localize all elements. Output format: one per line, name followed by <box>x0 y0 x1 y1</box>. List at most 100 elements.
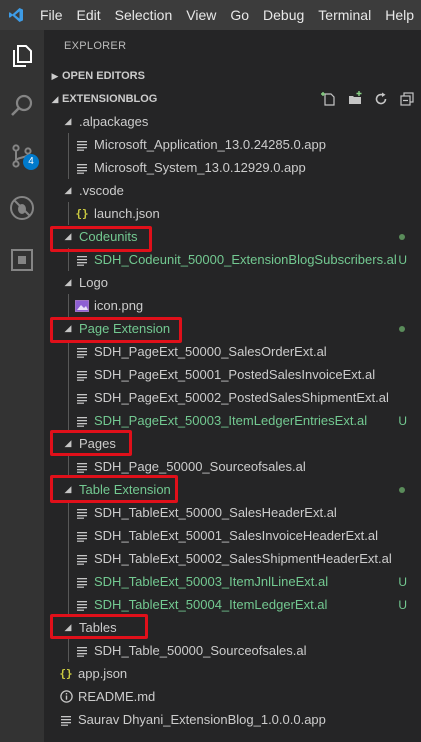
tree-item-label: icon.png <box>94 298 144 313</box>
tree-file[interactable]: Microsoft_Application_13.0.24285.0.app <box>44 133 421 156</box>
explorer-title: EXPLORER <box>64 40 127 52</box>
tree-item-label: README.md <box>78 689 156 704</box>
open-editors-section[interactable]: ▶ OPEN EDITORS <box>44 65 421 87</box>
tree-folder[interactable]: ◢ Page Extension <box>44 317 421 340</box>
chevron-down-icon: ◢ <box>64 231 72 241</box>
new-file-icon[interactable] <box>321 91 337 107</box>
tree-item-label: SDH_PageExt_50002_PostedSalesShipmentExt… <box>94 390 389 405</box>
refresh-icon[interactable] <box>373 91 389 107</box>
tree-folder[interactable]: ◢ .alpackages <box>44 110 421 133</box>
chevron-down-icon: ◢ <box>64 116 72 126</box>
tree-item-label: .alpackages <box>79 114 149 129</box>
indent-guide <box>68 639 69 662</box>
file-lines-icon <box>74 252 90 268</box>
tree-item-label: SDH_TableExt_50004_ItemLedgerExt.al <box>94 597 328 612</box>
section-actions <box>321 88 415 110</box>
explorer-files-icon[interactable] <box>0 34 44 78</box>
file-lines-icon <box>74 574 90 590</box>
file-lines-icon <box>74 459 90 475</box>
file-lines-icon <box>74 413 90 429</box>
tree-folder[interactable]: ◢ Tables <box>44 616 421 639</box>
tree-file[interactable]: SDH_Codeunit_50000_ExtensionBlogSubscrib… <box>44 248 421 271</box>
tree-file[interactable]: SDH_Page_50000_Sourceofsales.al <box>44 455 421 478</box>
file-lines-icon <box>74 528 90 544</box>
image-file-icon <box>74 298 90 314</box>
chevron-down-icon: ◢ <box>64 438 72 448</box>
menu-file[interactable]: File <box>33 0 70 30</box>
tree-item-label: SDH_TableExt_50003_ItemJnlLineExt.al <box>94 574 329 589</box>
new-folder-icon[interactable] <box>347 91 363 107</box>
modified-dot-icon <box>399 233 405 240</box>
scm-badge: 4 <box>23 154 39 170</box>
tree-item-label: Tables <box>79 620 117 635</box>
menu-debug[interactable]: Debug <box>256 0 311 30</box>
tree-file[interactable]: SDH_TableExt_50000_SalesHeaderExt.al <box>44 501 421 524</box>
debug-icon[interactable] <box>0 186 44 230</box>
menu-edit[interactable]: Edit <box>70 0 108 30</box>
modified-dot-icon <box>399 325 405 332</box>
tree-item-label: Logo <box>79 275 108 290</box>
tree-item-label: SDH_Page_50000_Sourceofsales.al <box>94 459 306 474</box>
source-control-icon[interactable]: 4 <box>0 134 44 178</box>
collapse-all-icon[interactable] <box>399 91 415 107</box>
json-file-icon: {} <box>59 667 73 680</box>
menu-terminal[interactable]: Terminal <box>311 0 378 30</box>
file-lines-icon <box>74 643 90 659</box>
workspace-section[interactable]: ◢ EXTENSIONBLOG <box>44 88 421 110</box>
indent-guide <box>68 133 69 179</box>
tree-file[interactable]: SDH_TableExt_50004_ItemLedgerExt.al U <box>44 593 421 616</box>
tree-folder[interactable]: ◢ Pages <box>44 432 421 455</box>
menu-go[interactable]: Go <box>223 0 256 30</box>
file-lines-icon <box>74 137 90 153</box>
tree-file[interactable]: SDH_TableExt_50003_ItemJnlLineExt.al U <box>44 570 421 593</box>
chevron-down-icon: ◢ <box>64 277 72 287</box>
tree-folder[interactable]: ◢ Table Extension <box>44 478 421 501</box>
tree-file[interactable]: SDH_Table_50000_Sourceofsales.al <box>44 639 421 662</box>
tree-item-label: SDH_PageExt_50001_PostedSalesInvoiceExt.… <box>94 367 376 382</box>
tree-item-label: Codeunits <box>79 229 138 244</box>
menu-view[interactable]: View <box>179 0 223 30</box>
tree-item-label: SDH_PageExt_50000_SalesOrderExt.al <box>94 344 327 359</box>
extensions-icon[interactable] <box>0 238 44 282</box>
tree-file[interactable]: {} app.json <box>44 662 421 685</box>
explorer-sidebar: EXPLORER ▶ OPEN EDITORS ◢ EXTENSIONBLOG … <box>44 30 421 742</box>
tree-file[interactable]: README.md <box>44 685 421 708</box>
git-status-untracked: U <box>398 574 407 589</box>
workspace-label: EXTENSIONBLOG <box>62 93 158 105</box>
file-lines-icon <box>74 390 90 406</box>
tree-item-label: launch.json <box>94 206 160 221</box>
indent-guide <box>68 294 69 317</box>
file-lines-icon <box>74 367 90 383</box>
tree-file[interactable]: SDH_TableExt_50002_SalesShipmentHeaderEx… <box>44 547 421 570</box>
tree-item-label: Microsoft_System_13.0.12929.0.app <box>94 160 306 175</box>
tree-file[interactable]: Saurav Dhyani_ExtensionBlog_1.0.0.0.app <box>44 708 421 731</box>
menu-help[interactable]: Help <box>378 0 421 30</box>
search-icon[interactable] <box>0 84 44 128</box>
tree-folder[interactable]: ◢ Logo <box>44 271 421 294</box>
tree-file[interactable]: Microsoft_System_13.0.12929.0.app <box>44 156 421 179</box>
tree-item-label: Pages <box>79 436 116 451</box>
info-file-icon <box>58 689 74 705</box>
tree-item-label: Table Extension <box>79 482 171 497</box>
tree-item-label: Saurav Dhyani_ExtensionBlog_1.0.0.0.app <box>78 712 326 727</box>
tree-item-label: SDH_TableExt_50000_SalesHeaderExt.al <box>94 505 337 520</box>
tree-file[interactable]: {} launch.json <box>44 202 421 225</box>
tree-file[interactable]: SDH_TableExt_50001_SalesInvoiceHeaderExt… <box>44 524 421 547</box>
tree-item-label: SDH_Codeunit_50000_ExtensionBlogSubscrib… <box>94 252 397 267</box>
tree-item-label: SDH_Table_50000_Sourceofsales.al <box>94 643 307 658</box>
vscode-logo-icon <box>0 0 33 30</box>
tree-item-label: Page Extension <box>79 321 171 336</box>
tree-folder[interactable]: ◢ .vscode <box>44 179 421 202</box>
tree-item-label: Microsoft_Application_13.0.24285.0.app <box>94 137 326 152</box>
tree-file[interactable]: icon.png <box>44 294 421 317</box>
tree-file[interactable]: SDH_PageExt_50001_PostedSalesInvoiceExt.… <box>44 363 421 386</box>
tree-file[interactable]: SDH_PageExt_50002_PostedSalesShipmentExt… <box>44 386 421 409</box>
tree-item-label: SDH_PageExt_50003_ItemLedgerEntriesExt.a… <box>94 413 368 428</box>
menu-selection[interactable]: Selection <box>108 0 180 30</box>
tree-folder[interactable]: ◢ Codeunits <box>44 225 421 248</box>
tree-file[interactable]: SDH_PageExt_50000_SalesOrderExt.al <box>44 340 421 363</box>
file-lines-icon <box>74 597 90 613</box>
file-lines-icon <box>74 551 90 567</box>
tree-file[interactable]: SDH_PageExt_50003_ItemLedgerEntriesExt.a… <box>44 409 421 432</box>
file-lines-icon <box>74 160 90 176</box>
